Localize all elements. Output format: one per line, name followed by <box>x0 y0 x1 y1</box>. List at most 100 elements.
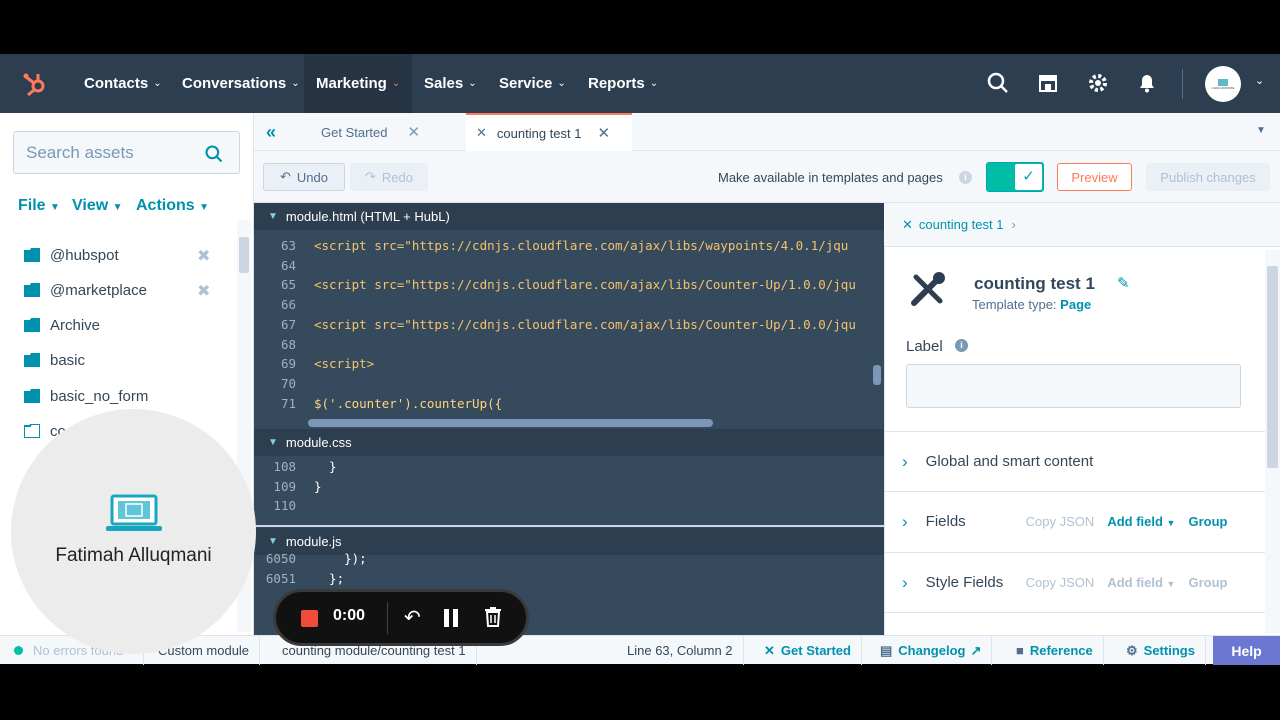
redo-button[interactable]: ↷ Redo <box>350 163 428 191</box>
copy-json-button[interactable]: Copy JSON <box>1026 575 1095 590</box>
code-text: }); <box>314 551 367 566</box>
module-tools-icon: ✕ <box>902 216 913 232</box>
code-line[interactable]: 68 <box>254 337 876 357</box>
divider <box>1182 69 1183 99</box>
code-line[interactable]: 63 <script src="https://cdnjs.cloudflare.… <box>254 238 876 258</box>
folder-item[interactable]: @marketplace <box>24 278 147 302</box>
close-icon[interactable]: ✕ <box>407 123 420 141</box>
settings-gear-icon[interactable] <box>1086 71 1110 95</box>
settings-link[interactable]: ⚙ Settings <box>1116 636 1206 665</box>
line-number: 69 <box>280 356 296 372</box>
search-icon[interactable] <box>986 71 1010 95</box>
copy-json-button[interactable]: Copy JSON <box>1026 514 1095 529</box>
module-tools-icon: ✕ <box>764 642 775 658</box>
chevron-down-icon: ⌄ <box>291 78 300 89</box>
code-line[interactable]: 6050 }); <box>254 551 876 571</box>
divider <box>387 602 388 634</box>
line-number: 71 <box>280 395 296 411</box>
chevron-down-icon[interactable]: ⌄ <box>1255 74 1264 87</box>
vertical-scrollbar[interactable] <box>873 365 881 385</box>
section-fields[interactable]: › Fields Copy JSON Add field ▼ Group <box>884 491 1265 551</box>
caret-down-icon: ▼ <box>50 202 60 213</box>
code-line[interactable]: 70 <box>254 376 876 396</box>
tab-counting-test-1[interactable]: ✕ counting test 1 ✕ <box>466 113 632 151</box>
code-line[interactable]: 64 <box>254 258 876 278</box>
folder-item[interactable]: Archive <box>24 313 100 337</box>
section-global-smart-content[interactable]: › Global and smart content <box>884 431 1265 491</box>
code-line[interactable]: 109} <box>254 479 876 499</box>
template-type-link[interactable]: Page <box>1060 297 1091 312</box>
close-icon[interactable]: ✕ <box>597 124 610 142</box>
collapse-sidebar-icon[interactable]: « <box>266 122 276 143</box>
nav-service[interactable]: Service ⌄ <box>499 54 566 113</box>
reference-link[interactable]: ■ Reference <box>1006 636 1104 665</box>
restart-icon[interactable]: ↶ <box>404 605 421 630</box>
line-number: 67 <box>280 316 296 332</box>
line-number: 108 <box>273 459 296 474</box>
code-line[interactable]: 6051 }; <box>254 571 876 591</box>
marketplace-icon[interactable] <box>1036 71 1060 95</box>
label-input[interactable] <box>906 364 1241 408</box>
horizontal-scrollbar[interactable] <box>308 419 713 427</box>
line-number: 65 <box>280 277 296 293</box>
folder-item[interactable]: basic_no_form <box>24 384 148 408</box>
nav-reports[interactable]: Reports ⌄ <box>588 54 658 113</box>
code-line[interactable]: 108 } <box>254 459 876 479</box>
nav-marketing[interactable]: Marketing ⌄ <box>304 54 413 113</box>
search-assets-input[interactable]: Search assets <box>13 131 240 174</box>
stop-recording-button[interactable] <box>301 610 318 627</box>
view-menu[interactable]: View ▼ <box>72 197 123 215</box>
folder-item[interactable]: basic <box>24 348 85 372</box>
code-editor[interactable]: ▼ module.html (HTML + HubL) 63 <script src… <box>254 203 884 635</box>
notifications-bell-icon[interactable] <box>1135 71 1159 95</box>
add-field-button[interactable]: Add field ▼ <box>1107 514 1175 529</box>
trash-icon[interactable] <box>484 607 502 632</box>
module-name: counting test 1 <box>974 274 1095 293</box>
panel-scrollbar[interactable] <box>1265 250 1280 633</box>
code-line[interactable]: 67 <script src="https://cdnjs.cloudflare.… <box>254 317 876 337</box>
code-line[interactable]: 69 <script> <box>254 356 876 376</box>
undo-button[interactable]: ↶ Undo <box>263 163 345 191</box>
code-line[interactable]: 110 <box>254 498 876 518</box>
template-availability-toggle[interactable]: ✓ <box>986 162 1044 192</box>
breadcrumb[interactable]: ✕ counting test 1 › <box>884 203 1280 247</box>
group-button[interactable]: Group <box>1188 575 1227 590</box>
code-line[interactable]: 66 <box>254 297 876 317</box>
publish-changes-button[interactable]: Publish changes <box>1146 163 1270 191</box>
tab-get-started[interactable]: Get Started ✕ <box>301 113 461 151</box>
pin-off-icon[interactable]: ✖ <box>197 246 210 266</box>
css-pane-header[interactable]: ▼ module.css <box>254 429 884 456</box>
folder-item[interactable]: @hubspot <box>24 243 119 267</box>
info-icon[interactable]: i <box>959 171 972 184</box>
get-started-link[interactable]: ✕ Get Started <box>754 636 862 665</box>
preview-button[interactable]: Preview <box>1057 163 1132 191</box>
pane-splitter[interactable] <box>254 525 884 527</box>
external-link-icon: ↗ <box>970 642 982 658</box>
hubspot-logo-icon[interactable] <box>21 70 45 97</box>
pin-off-icon[interactable]: ✖ <box>197 281 210 301</box>
file-menu[interactable]: File ▼ <box>18 197 60 215</box>
search-icon <box>205 145 223 163</box>
pause-icon[interactable] <box>444 609 459 627</box>
label-heading: Label <box>906 338 943 355</box>
help-button[interactable]: Help <box>1213 636 1280 665</box>
avatar[interactable]: CHILD ANIMATE <box>1205 66 1241 102</box>
line-number: 70 <box>280 375 296 391</box>
code-line[interactable]: 65 <script src="https://cdnjs.cloudflare.… <box>254 277 876 297</box>
section-style-fields[interactable]: › Style Fields Copy JSON Add field ▼ Gro… <box>884 552 1265 612</box>
info-icon[interactable]: i <box>955 339 968 352</box>
actions-menu[interactable]: Actions ▼ <box>136 197 209 215</box>
nav-contacts[interactable]: Contacts ⌄ <box>84 54 162 113</box>
caret-down-icon: ▼ <box>1166 518 1176 528</box>
top-navigation: Contacts ⌄ Conversations ⌄ Marketing ⌄ Sale… <box>0 54 1280 113</box>
nav-sales[interactable]: Sales ⌄ <box>424 54 477 113</box>
group-button[interactable]: Group <box>1188 514 1227 529</box>
html-pane-header[interactable]: ▼ module.html (HTML + HubL) <box>254 203 884 230</box>
edit-pencil-icon[interactable]: ✎ <box>1117 274 1130 292</box>
code-line[interactable]: 71 $('.counter').counterUp({ <box>254 396 876 416</box>
changelog-link[interactable]: ▤ Changelog ↗ <box>870 636 993 665</box>
nav-conversations[interactable]: Conversations ⌄ <box>182 54 300 113</box>
book-icon: ■ <box>1016 643 1024 658</box>
tabs-overflow-caret-icon[interactable]: ▼ <box>1256 125 1266 136</box>
add-field-button[interactable]: Add field ▼ <box>1107 575 1175 590</box>
